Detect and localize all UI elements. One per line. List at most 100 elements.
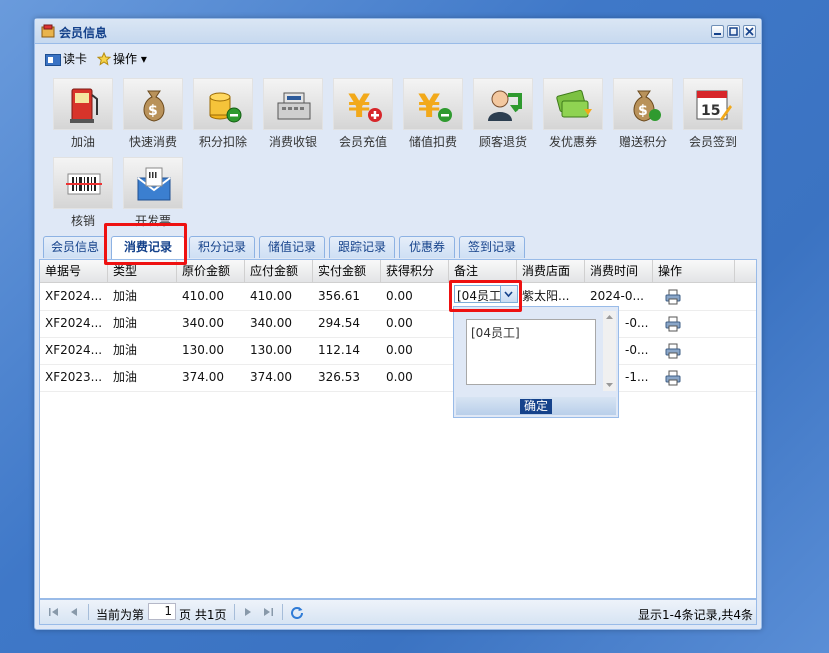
cell-paid-amount: 112.14 xyxy=(318,343,360,357)
tile-fuel[interactable]: 加油 xyxy=(53,78,113,150)
cell-points: 0.00 xyxy=(386,370,413,384)
cell-points: 0.00 xyxy=(386,289,413,303)
tile-cashier[interactable]: 消费收银 xyxy=(263,78,323,150)
column-header[interactable]: 消费时间 xyxy=(585,260,653,282)
customer-return-icon xyxy=(488,90,522,121)
print-icon[interactable] xyxy=(665,289,681,305)
table-row[interactable]: XF2024... 加油 340.00 340.00 294.54 0.00 -… xyxy=(40,310,756,338)
cell-paid-amount: 356.61 xyxy=(318,289,360,303)
remark-textarea[interactable]: [04员工] xyxy=(466,319,596,385)
tab-points-records[interactable]: 积分记录 xyxy=(189,236,255,258)
tile-label: 发优惠券 xyxy=(548,135,597,149)
operation-menu-button[interactable]: 操作 ▾ xyxy=(97,50,147,67)
previous-page-icon[interactable] xyxy=(68,606,80,618)
refresh-icon[interactable] xyxy=(290,605,304,619)
tile-points-deduct[interactable]: 积分扣除 xyxy=(193,78,253,150)
cell-id: XF2024... xyxy=(45,343,103,357)
svg-text:¥: ¥ xyxy=(348,87,370,125)
tile-label: 快速消费 xyxy=(128,135,177,149)
maximize-icon xyxy=(729,27,738,36)
cell-original-amount: 374.00 xyxy=(182,370,224,384)
tile-member-recharge[interactable]: ¥ 会员充值 xyxy=(333,78,393,150)
column-header[interactable]: 实付金额 xyxy=(313,260,381,282)
cell-id: XF2024... xyxy=(45,289,103,303)
member-info-window: 会员信息 读卡 操作 ▾ 加油 $ 快速消费 积分扣除 消费收银 ¥ 会员充值 … xyxy=(34,18,762,630)
tile-label: 消费收银 xyxy=(268,135,317,149)
close-icon xyxy=(745,27,754,36)
record-summary: 显示1-4条记录,共4条 xyxy=(638,608,754,622)
tile-issue-coupon[interactable]: 发优惠券 xyxy=(543,78,603,150)
cell-points: 0.00 xyxy=(386,316,413,330)
cell-type: 加油 xyxy=(113,289,138,303)
operation-menu-label: 操作 ▾ xyxy=(113,52,147,66)
cell-paid-amount: 294.54 xyxy=(318,316,360,330)
confirm-button[interactable]: 确定 xyxy=(520,399,552,414)
cell-id: XF2023... xyxy=(45,370,103,384)
table-row[interactable]: XF2024... 加油 130.00 130.00 112.14 0.00 -… xyxy=(40,337,756,365)
read-card-button[interactable]: 读卡 xyxy=(45,50,87,67)
maximize-button[interactable] xyxy=(727,25,740,38)
last-page-icon[interactable] xyxy=(262,606,274,618)
cell-type: 加油 xyxy=(113,316,138,330)
pager-separator xyxy=(234,604,235,620)
cell-type: 加油 xyxy=(113,343,138,357)
page-number-input[interactable]: 1 xyxy=(148,603,176,620)
cell-points: 0.00 xyxy=(386,343,413,357)
column-header[interactable]: 操作 xyxy=(653,260,735,282)
tile-label: 储值扣费 xyxy=(408,135,457,149)
print-icon[interactable] xyxy=(665,316,681,332)
cell-id: XF2024... xyxy=(45,316,103,330)
fuel-pump-icon xyxy=(70,88,98,123)
cell-due-amount: 340.00 xyxy=(250,316,292,330)
calendar-checkin-icon: 15 xyxy=(696,90,732,121)
column-header[interactable]: 原价金额 xyxy=(177,260,245,282)
table-row[interactable]: XF2023... 加油 374.00 374.00 326.53 0.00 -… xyxy=(40,364,756,392)
cell-due-amount: 410.00 xyxy=(250,289,292,303)
tile-issue-invoice[interactable]: 开发票 xyxy=(123,157,183,229)
column-header[interactable]: 获得积分 xyxy=(381,260,449,282)
close-button[interactable] xyxy=(743,25,756,38)
cell-time: -0... xyxy=(625,343,649,357)
cell-time: -0... xyxy=(625,316,649,330)
tile-member-checkin[interactable]: 15 会员签到 xyxy=(683,78,743,150)
column-header[interactable]: 备注 xyxy=(449,260,517,282)
tile-label: 会员签到 xyxy=(688,135,737,149)
pager-prefix: 当前为第 xyxy=(96,608,145,622)
tile-gift-points[interactable]: $ 赠送积分 xyxy=(613,78,673,150)
tile-stored-value-deduct[interactable]: ¥ 储值扣费 xyxy=(403,78,463,150)
action-tile-panel: 加油 $ 快速消费 积分扣除 消费收银 ¥ 会员充值 ¥ 储值扣费 顾客退货 发… xyxy=(43,73,755,229)
invoice-envelope-icon xyxy=(137,167,171,201)
tile-label: 顾客退货 xyxy=(478,135,527,149)
barcode-scanner-icon xyxy=(66,173,102,195)
svg-text:$: $ xyxy=(148,103,158,119)
tab-member-info[interactable]: 会员信息 xyxy=(43,236,107,258)
first-page-icon[interactable] xyxy=(48,606,60,618)
next-page-icon[interactable] xyxy=(242,606,254,618)
cell-due-amount: 130.00 xyxy=(250,343,292,357)
consumption-record-grid: 单据号 类型 原价金额 应付金额 实付金额 获得积分 备注 消费店面 消费时间 … xyxy=(39,260,757,599)
table-row[interactable]: XF2024... 加油 410.00 410.00 356.61 0.00 紫… xyxy=(40,283,756,311)
combo-highlight-box xyxy=(449,280,522,312)
cell-due-amount: 374.00 xyxy=(250,370,292,384)
print-icon[interactable] xyxy=(665,343,681,359)
tab-stored-value-records[interactable]: 储值记录 xyxy=(259,236,325,258)
tile-quick-consume[interactable]: $ 快速消费 xyxy=(123,78,183,150)
cell-paid-amount: 326.53 xyxy=(318,370,360,384)
yuan-minus-icon: ¥ xyxy=(418,87,452,125)
tile-write-off[interactable]: 核销 xyxy=(53,157,113,229)
star-icon xyxy=(97,52,111,66)
column-header[interactable]: 消费店面 xyxy=(517,260,585,282)
window-title: 会员信息 xyxy=(59,26,108,40)
print-icon[interactable] xyxy=(665,370,681,386)
coupon-icon xyxy=(556,89,592,118)
tab-tracking-records[interactable]: 跟踪记录 xyxy=(329,236,395,258)
textarea-scrollbar[interactable] xyxy=(603,311,616,391)
tab-checkin-records[interactable]: 签到记录 xyxy=(459,236,525,258)
tab-coupons[interactable]: 优惠券 xyxy=(399,236,455,258)
minimize-icon xyxy=(714,33,721,35)
minimize-button[interactable] xyxy=(711,25,724,38)
tile-customer-return[interactable]: 顾客退货 xyxy=(473,78,533,150)
column-header[interactable]: 单据号 xyxy=(40,260,108,282)
column-header[interactable]: 应付金额 xyxy=(245,260,313,282)
window-titlebar[interactable]: 会员信息 xyxy=(35,19,761,44)
